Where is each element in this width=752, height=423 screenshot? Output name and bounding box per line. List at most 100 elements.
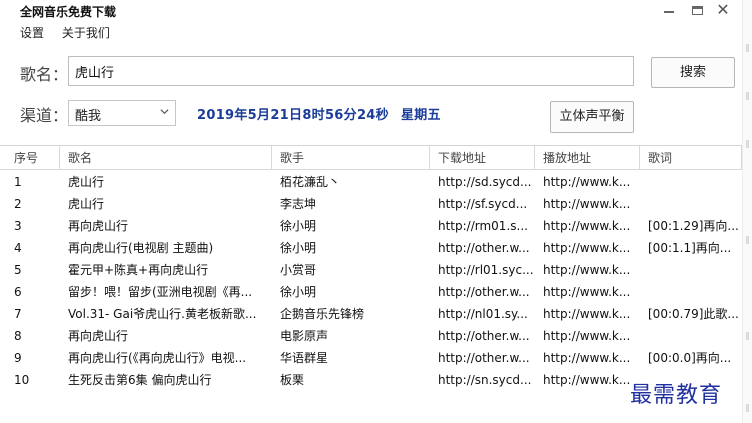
cell-lyrics: [640, 259, 742, 281]
cell-index: 4: [14, 241, 22, 255]
cell-lyrics: [640, 325, 742, 347]
cell-play-url: http://www.k...: [543, 219, 631, 233]
cell-index: 6: [14, 285, 22, 299]
table-row[interactable]: 6 留步！喂！留步(亚洲电视剧《再... 徐小明 http://other.w... h…: [0, 281, 742, 303]
cell-download-url: http://other.w...: [438, 329, 530, 343]
cell-song: 生死反击第6集 偏向虎山行: [68, 373, 212, 387]
scrollbar-tick: [746, 236, 749, 244]
table-row[interactable]: 4 再向虎山行(电视剧 主题曲) 徐小明 http://other.w... http:…: [0, 237, 742, 259]
table-row[interactable]: 2 虎山行 李志坤 http://sf.sycd... http://www.k...: [0, 193, 742, 215]
channel-select[interactable]: 酷我: [68, 100, 176, 126]
watermark-logo: 最需教育: [630, 383, 723, 408]
cell-singer: 栢花濂乱丶: [280, 175, 341, 189]
cell-index: 1: [14, 175, 22, 189]
cell-singer: 华语群星: [280, 351, 329, 365]
stereo-balance-button[interactable]: 立体声平衡: [550, 101, 634, 133]
cell-lyrics: [640, 171, 742, 193]
song-name-label: 歌名：: [20, 65, 69, 84]
cell-download-url: http://other.w...: [438, 351, 530, 365]
cell-play-url: http://www.k...: [543, 285, 631, 299]
cell-singer: 徐小明: [280, 241, 317, 255]
column-header-download[interactable]: 下载地址: [430, 146, 535, 170]
table-row[interactable]: 5 霍元甲+陈真+再向虎山行 小赏哥 http://rl01.syc... http:/…: [0, 259, 742, 281]
cell-index: 7: [14, 307, 22, 321]
column-header-index[interactable]: 序号: [0, 146, 60, 170]
cell-play-url: http://www.k...: [543, 175, 631, 189]
cell-lyrics: [00:1.29]再向...: [648, 219, 739, 233]
table-body: 1 虎山行 栢花濂乱丶 http://sd.sycd... http://www.k..…: [0, 171, 742, 391]
cell-song: 再向虎山行(《再向虎山行》电视...: [68, 351, 247, 365]
scrollbar-tick: [746, 92, 749, 100]
vertical-scrollbar[interactable]: [742, 0, 752, 423]
cell-song: 再向虎山行: [68, 219, 129, 233]
cell-index: 9: [14, 351, 22, 365]
cell-singer: 小赏哥: [280, 263, 317, 277]
column-header-play[interactable]: 播放地址: [535, 146, 640, 170]
cell-song: Vol.31- Gai爷虎山行.黄老板新歌...: [68, 307, 257, 321]
column-header-song[interactable]: 歌名: [60, 146, 272, 170]
cell-singer: 徐小明: [280, 285, 317, 299]
cell-download-url: http://rl01.syc...: [438, 263, 534, 277]
cell-download-url: http://sf.sycd...: [438, 197, 528, 211]
cell-song: 霍元甲+陈真+再向虎山行: [68, 263, 209, 277]
cell-song: 虎山行: [68, 197, 105, 211]
cell-play-url: http://www.k...: [543, 197, 631, 211]
channel-label: 渠道：: [20, 106, 69, 125]
cell-song: 留步！喂！留步(亚洲电视剧《再...: [68, 285, 253, 299]
window-title: 全网音乐免费下载: [20, 5, 117, 19]
date-text: 2019年5月21日8时56分24秒: [197, 108, 389, 123]
cell-lyrics: [00:1.1]再向...: [648, 241, 732, 255]
maximize-icon[interactable]: [688, 2, 706, 18]
cell-song: 再向虎山行(电视剧 主题曲): [68, 241, 214, 255]
cell-singer: 电影原声: [280, 329, 329, 343]
cell-play-url: http://www.k...: [543, 263, 631, 277]
cell-download-url: http://sd.sycd...: [438, 175, 532, 189]
cell-index: 10: [14, 373, 30, 387]
cell-singer: 李志坤: [280, 197, 317, 211]
cell-index: 3: [14, 219, 22, 233]
cell-play-url: http://www.k...: [543, 373, 631, 387]
chevron-down-icon: [160, 109, 169, 115]
table-row[interactable]: 7 Vol.31- Gai爷虎山行.黄老板新歌... 企鹅音乐先锋榜 http://n…: [0, 303, 742, 325]
scrollbar-tick: [746, 44, 749, 52]
menu-item-settings[interactable]: 设置: [20, 26, 44, 40]
channel-selected-value: 酷我: [75, 109, 102, 124]
cell-index: 2: [14, 197, 22, 211]
table-row[interactable]: 8 再向虎山行 电影原声 http://other.w... http://www.k.…: [0, 325, 742, 347]
scrollbar-tick: [746, 404, 749, 412]
cell-play-url: http://www.k...: [543, 329, 631, 343]
song-name-input[interactable]: [68, 56, 634, 86]
table-header: 序号 歌名 歌手 下载地址 播放地址 歌词: [0, 146, 742, 170]
search-button[interactable]: 搜索: [651, 57, 735, 88]
results-table: 序号 歌名 歌手 下载地址 播放地址 歌词 1 虎山行 栢花濂乱丶 http://sd…: [0, 145, 742, 405]
cell-download-url: http://other.w...: [438, 241, 530, 255]
cell-play-url: http://www.k...: [543, 307, 631, 321]
cell-download-url: http://nl01.sy...: [438, 307, 528, 321]
cell-download-url: http://other.w...: [438, 285, 530, 299]
cell-download-url: http://sn.sycd...: [438, 373, 532, 387]
cell-download-url: http://rm01.s...: [438, 219, 528, 233]
cell-index: 5: [14, 263, 22, 277]
cell-index: 8: [14, 329, 22, 343]
table-row[interactable]: 9 再向虎山行(《再向虎山行》电视... 华语群星 http://other.w...…: [0, 347, 742, 369]
cell-song: 再向虎山行: [68, 329, 129, 343]
cell-lyrics: [640, 281, 742, 303]
cell-singer: 企鹅音乐先锋榜: [280, 307, 365, 321]
cell-singer: 徐小明: [280, 219, 317, 233]
cell-lyrics: [00:0.79]此歌...: [648, 307, 739, 321]
column-header-singer[interactable]: 歌手: [272, 146, 430, 170]
cell-lyrics: [640, 193, 742, 215]
datetime-display: 2019年5月21日8时56分24秒 星期五: [197, 104, 441, 123]
table-row[interactable]: 3 再向虎山行 徐小明 http://rm01.s... http://www.k...…: [0, 215, 742, 237]
column-header-lyrics[interactable]: 歌词: [640, 146, 742, 170]
scrollbar-tick: [746, 332, 749, 340]
table-row[interactable]: 1 虎山行 栢花濂乱丶 http://sd.sycd... http://www.k..…: [0, 171, 742, 193]
minimize-icon[interactable]: [660, 2, 678, 18]
cell-play-url: http://www.k...: [543, 351, 631, 365]
cell-play-url: http://www.k...: [543, 241, 631, 255]
weekday-text: 星期五: [400, 108, 441, 123]
menu-item-about[interactable]: 关于我们: [62, 26, 110, 40]
cell-lyrics: [00:0.0]再向...: [648, 351, 732, 365]
close-icon[interactable]: ✕: [714, 2, 732, 18]
scrollbar-tick: [746, 140, 749, 148]
